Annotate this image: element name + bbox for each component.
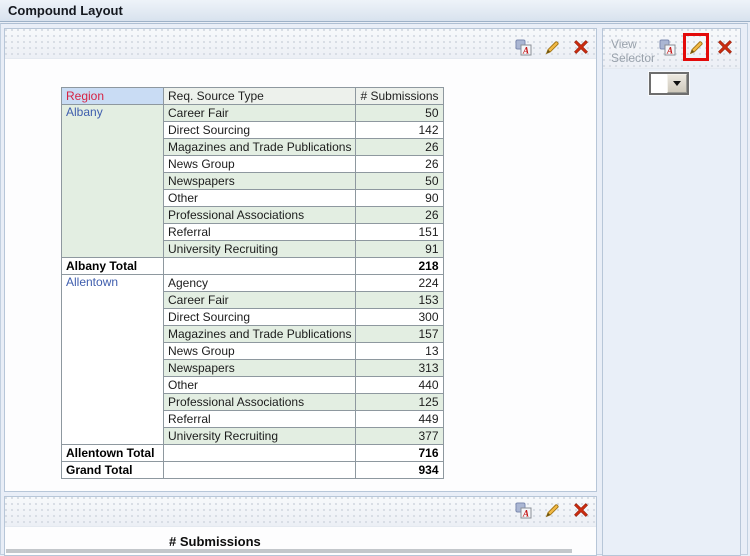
submissions-cell: 153	[356, 292, 443, 309]
submissions-cell: 50	[356, 105, 443, 122]
submissions-cell: 91	[356, 241, 443, 258]
source-type-cell: Referral	[164, 411, 356, 428]
submissions-cell: 26	[356, 156, 443, 173]
delete-view-icon[interactable]	[573, 39, 590, 56]
source-type-cell: Newspapers	[164, 360, 356, 377]
submissions-cell: 449	[356, 411, 443, 428]
column-header-source-type[interactable]: Req. Source Type	[164, 88, 356, 105]
region-total-value: 716	[356, 445, 443, 462]
pivot-data-row: AllentownAgency224	[62, 275, 444, 292]
column-header-region[interactable]: Region	[62, 88, 164, 105]
chart-view-toolbar: A	[515, 502, 590, 519]
source-type-cell: Agency	[164, 275, 356, 292]
source-type-cell: Direct Sourcing	[164, 122, 356, 139]
source-type-cell: Direct Sourcing	[164, 309, 356, 326]
format-view-icon[interactable]: A	[515, 39, 532, 56]
source-type-cell: Professional Associations	[164, 394, 356, 411]
grand-total-row: Grand Total 934	[62, 462, 444, 479]
edit-view-icon-highlighted[interactable]	[688, 39, 705, 56]
view-selector-dropdown[interactable]	[649, 72, 689, 95]
pivot-header-row: Region Req. Source Type # Submissions	[62, 88, 444, 105]
source-type-cell: Newspapers	[164, 173, 356, 190]
region-total-row: Allentown Total 716	[62, 445, 444, 462]
submissions-cell: 313	[356, 360, 443, 377]
window-title: Compound Layout	[8, 3, 123, 18]
submissions-cell: 26	[356, 207, 443, 224]
submissions-cell: 157	[356, 326, 443, 343]
pivot-table-body: AlbanyCareer Fair50Direct Sourcing142Mag…	[62, 105, 444, 479]
edit-view-icon[interactable]	[544, 39, 561, 56]
submissions-cell: 440	[356, 377, 443, 394]
pivot-table: Region Req. Source Type # Submissions Al…	[61, 87, 444, 479]
view-selector-panel: View Selector A	[602, 28, 741, 556]
edit-view-icon[interactable]	[544, 502, 561, 519]
region-value-link[interactable]: Allentown	[62, 275, 164, 445]
format-view-icon[interactable]: A	[659, 39, 676, 56]
svg-text:A: A	[522, 509, 529, 519]
chart-title: # Submissions	[169, 534, 261, 549]
source-type-cell: Referral	[164, 224, 356, 241]
region-total-value: 218	[356, 258, 443, 275]
submissions-cell: 50	[356, 173, 443, 190]
source-type-cell: Other	[164, 377, 356, 394]
pivot-view-panel: A Region Req. Source Type # Submissions …	[4, 28, 597, 492]
submissions-cell: 142	[356, 122, 443, 139]
window-title-bar: Compound Layout	[0, 0, 750, 22]
svg-text:A: A	[522, 46, 529, 56]
delete-view-icon[interactable]	[717, 39, 734, 56]
grand-total-value: 934	[356, 462, 443, 479]
region-total-label: Allentown Total	[62, 445, 164, 462]
source-type-cell: Other	[164, 190, 356, 207]
column-header-submissions[interactable]: # Submissions	[356, 88, 443, 105]
chart-panel-header-strip	[5, 497, 596, 527]
region-total-row: Albany Total 218	[62, 258, 444, 275]
source-type-cell: Career Fair	[164, 292, 356, 309]
source-type-cell: Career Fair	[164, 105, 356, 122]
chart-view-panel: A # Submissions	[4, 496, 597, 556]
submissions-cell: 377	[356, 428, 443, 445]
submissions-cell: 125	[356, 394, 443, 411]
pivot-data-row: AlbanyCareer Fair50	[62, 105, 444, 122]
chevron-down-icon	[673, 81, 681, 86]
svg-text:A: A	[666, 46, 673, 56]
chart-axis-bar	[6, 549, 572, 553]
grand-total-label: Grand Total	[62, 462, 164, 479]
region-value-link[interactable]: Albany	[62, 105, 164, 258]
region-total-label: Albany Total	[62, 258, 164, 275]
delete-view-icon[interactable]	[573, 502, 590, 519]
submissions-cell: 151	[356, 224, 443, 241]
view-selector-toolbar: A	[659, 39, 734, 56]
pivot-view-toolbar: A	[515, 39, 590, 56]
pivot-panel-header-strip	[5, 29, 596, 59]
format-view-icon[interactable]: A	[515, 502, 532, 519]
source-type-cell: News Group	[164, 343, 356, 360]
dropdown-selected-value	[651, 74, 667, 93]
view-selector-label: View Selector	[611, 37, 665, 65]
grand-total-spacer	[164, 462, 356, 479]
source-type-cell: Magazines and Trade Publications	[164, 326, 356, 343]
source-type-cell: News Group	[164, 156, 356, 173]
source-type-cell: Professional Associations	[164, 207, 356, 224]
region-total-spacer	[164, 258, 356, 275]
source-type-cell: University Recruiting	[164, 428, 356, 445]
submissions-cell: 13	[356, 343, 443, 360]
source-type-cell: Magazines and Trade Publications	[164, 139, 356, 156]
submissions-cell: 300	[356, 309, 443, 326]
region-total-spacer	[164, 445, 356, 462]
submissions-cell: 224	[356, 275, 443, 292]
dropdown-button[interactable]	[667, 74, 687, 93]
submissions-cell: 26	[356, 139, 443, 156]
submissions-cell: 90	[356, 190, 443, 207]
source-type-cell: University Recruiting	[164, 241, 356, 258]
